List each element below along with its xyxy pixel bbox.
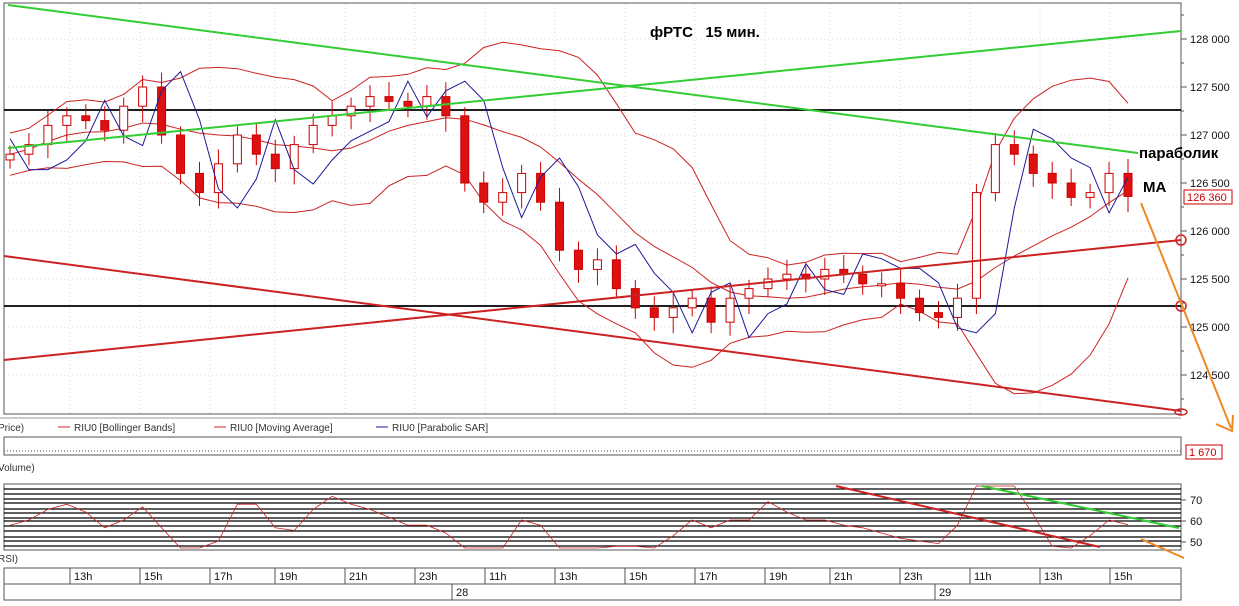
hour-label: 11h	[974, 571, 992, 583]
volume-value: 1 670	[1189, 447, 1217, 459]
legend-moving-average: RIU0 [Moving Average]	[230, 423, 333, 434]
hour-label: 19h	[769, 571, 787, 583]
hour-label: 17h	[214, 571, 232, 583]
price-tick-label: 125 500	[1190, 274, 1230, 286]
price-tick-label: 126 000	[1190, 226, 1230, 238]
chart-title: фРТС 15 мин.	[650, 24, 760, 41]
rsi-tick-label: 60	[1190, 516, 1202, 528]
legend-price: Price)	[0, 423, 24, 434]
price-tick-label: 125 000	[1190, 322, 1230, 334]
rsi-tick-label: 70	[1190, 495, 1202, 507]
hour-label: 23h	[904, 571, 922, 583]
legend-parabolic-sar: RIU0 [Parabolic SAR]	[392, 423, 488, 434]
hour-label: 19h	[279, 571, 297, 583]
candle	[971, 183, 981, 315]
price-tick-label: 128 000	[1190, 34, 1230, 46]
day-label: 29	[939, 587, 951, 599]
ma-annotation: MA	[1143, 179, 1166, 196]
current-price-value: 126 360	[1187, 192, 1227, 204]
hour-label: 13h	[74, 571, 92, 583]
hour-label: 13h	[559, 571, 577, 583]
hour-label: 21h	[834, 571, 852, 583]
hour-label: 17h	[699, 571, 717, 583]
candle	[460, 107, 470, 192]
day-label: 28	[456, 587, 468, 599]
hour-label: 23h	[419, 571, 437, 583]
volume-label: Volume)	[0, 463, 35, 474]
hour-label: 21h	[349, 571, 367, 583]
legend-bollinger: RIU0 [Bollinger Bands]	[74, 423, 175, 434]
hour-label: 15h	[1114, 571, 1132, 583]
hour-label: 15h	[144, 571, 162, 583]
price-tick-label: 127 500	[1190, 82, 1230, 94]
price-tick-label: 127 000	[1190, 130, 1230, 142]
rsi-tick-label: 50	[1190, 537, 1202, 549]
hour-label: 11h	[489, 571, 507, 583]
chart-canvas: 128 000 127 500 127 000 126 500 126 000 125 5…	[0, 0, 1239, 606]
rsi-label: RSI)	[0, 554, 18, 565]
parabolic-annotation: параболик	[1139, 145, 1219, 162]
hour-label: 15h	[629, 571, 647, 583]
price-tick-label: 126 500	[1190, 178, 1230, 190]
hour-label: 13h	[1044, 571, 1062, 583]
